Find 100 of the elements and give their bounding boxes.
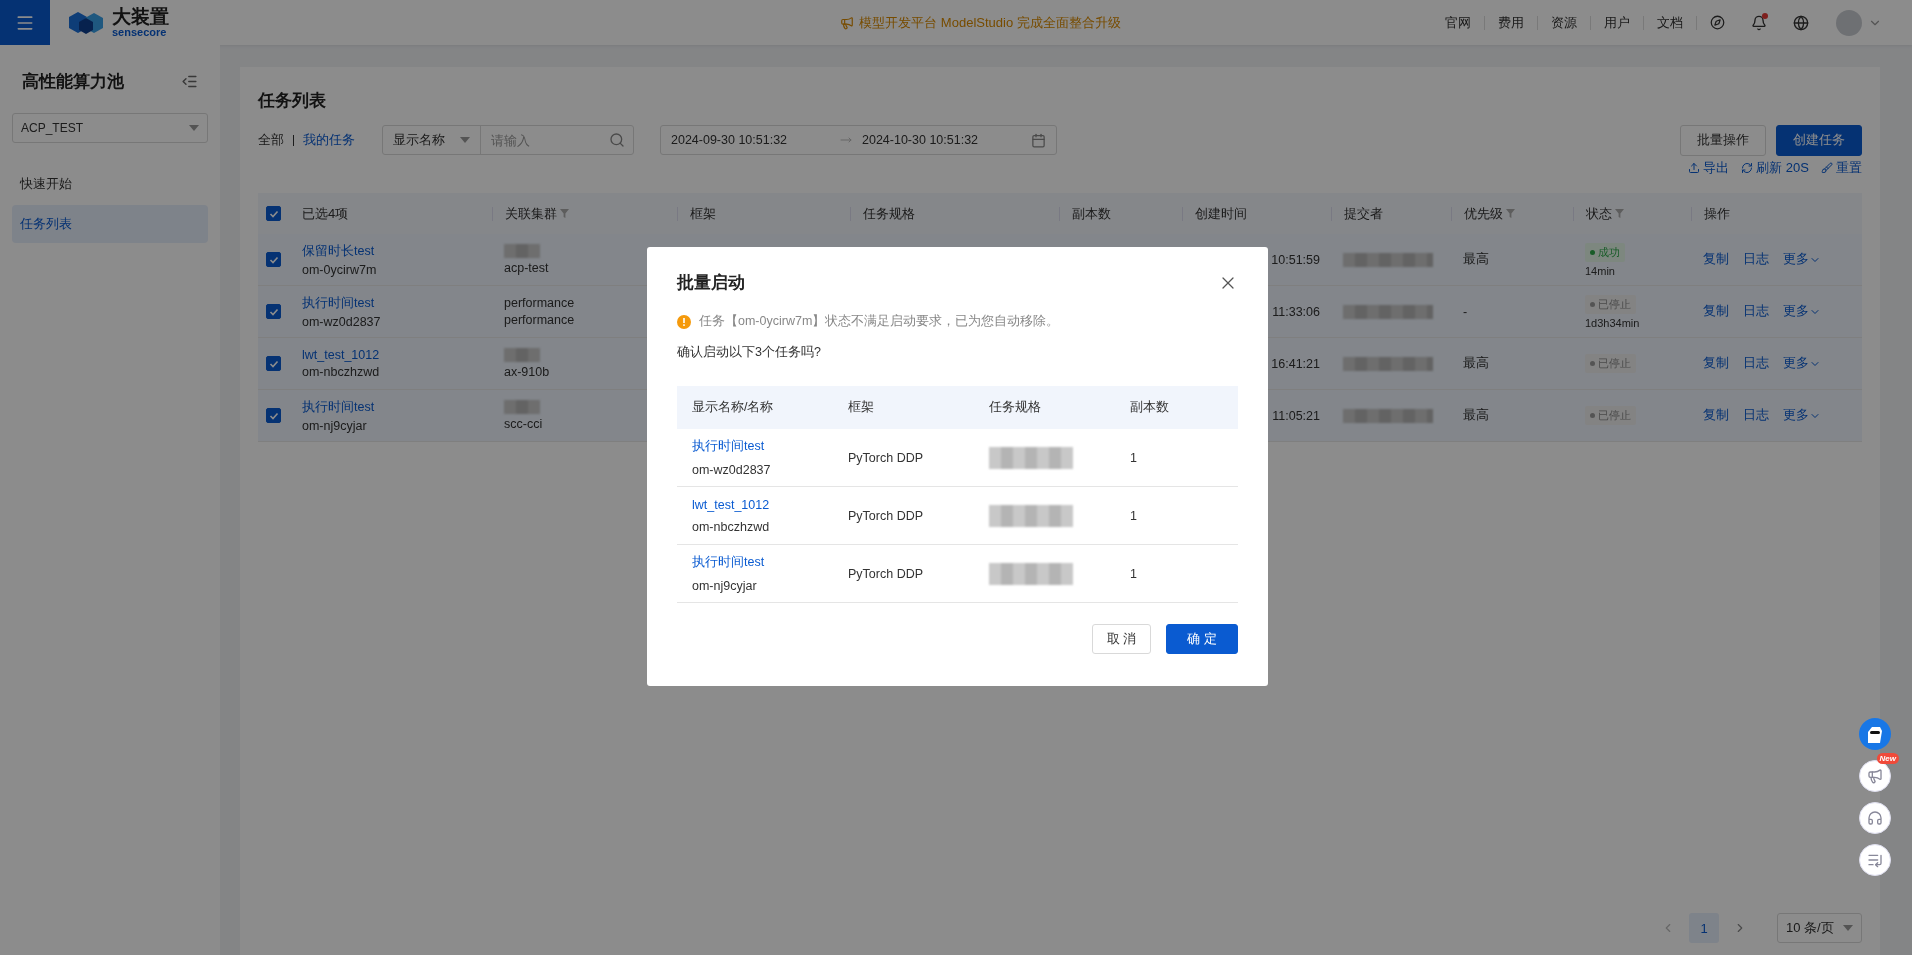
caret-icon (189, 125, 199, 131)
brand-subtitle: sensecore (112, 27, 168, 38)
created-time: 16:41:21 (1270, 356, 1321, 371)
checkbox[interactable] (266, 408, 281, 423)
action-link[interactable]: 复制 (1703, 407, 1729, 424)
duration: 14min (1585, 264, 1616, 277)
column-header: 任务规格 (863, 204, 915, 223)
page-size-select[interactable]: 10 条/页 (1777, 913, 1862, 943)
task-id: om-nbczhzwd (692, 519, 771, 534)
refresh-link[interactable]: 刷新 20S (1741, 159, 1809, 177)
action-link[interactable]: 复制 (1703, 303, 1729, 320)
logo-icon (68, 9, 106, 36)
action-link[interactable]: 更多 (1783, 303, 1821, 320)
nav-link[interactable]: 资源 (1538, 15, 1591, 30)
column-header: 提交者 (1344, 204, 1383, 223)
calendar-icon (1031, 132, 1046, 148)
column-header: 副本数 (1072, 204, 1111, 223)
created-time: 10:51:59 (1270, 252, 1321, 267)
redacted-block (504, 348, 540, 362)
priority: 最高 (1463, 407, 1490, 424)
menu-button[interactable] (0, 0, 50, 45)
nav-link[interactable]: 文档 (1644, 15, 1697, 30)
sidebar-item[interactable]: 任务列表 (12, 205, 208, 243)
column-header: 操作 (1704, 204, 1730, 223)
nav-link[interactable]: 费用 (1485, 15, 1538, 30)
scope-tab[interactable]: 全部 (258, 131, 284, 149)
notification-dot (1762, 12, 1768, 19)
scope-tab[interactable]: 我的任务 (303, 131, 355, 149)
task-id: om-nj9cyjar (302, 418, 368, 433)
checkbox[interactable] (266, 356, 281, 371)
action-link[interactable]: 日志 (1743, 303, 1769, 320)
date-range-field[interactable]: 2024-09-30 10:51:32 2024-10-30 10:51:32 (660, 125, 1057, 155)
new-badge: New (1876, 753, 1899, 764)
action-link[interactable]: 更多 (1783, 251, 1821, 268)
action-link[interactable]: 日志 (1743, 355, 1769, 372)
priority: 最高 (1463, 355, 1490, 372)
dialog-title: 批量启动 (677, 272, 745, 294)
framework: PyTorch DDP (848, 566, 925, 581)
status-badge: 成功 (1585, 242, 1625, 262)
checkbox[interactable] (266, 304, 281, 319)
check-icon (268, 254, 279, 265)
confirm-button[interactable]: 确 定 (1166, 624, 1238, 654)
task-name-link[interactable]: 执行时间test (692, 438, 833, 455)
column-header: 框架 (690, 204, 716, 223)
column-header: 状态 (1586, 204, 1612, 223)
batch-operation-button[interactable]: 批量操作 (1680, 124, 1766, 156)
reset-link[interactable]: 重置 (1821, 159, 1862, 177)
brand-name: 大装置 (112, 7, 169, 26)
nav-link[interactable]: 用户 (1591, 15, 1644, 30)
task-name-link[interactable]: lwt_test_1012 (302, 348, 492, 362)
cancel-button[interactable]: 取 消 (1092, 624, 1151, 654)
task-name-link[interactable]: lwt_test_1012 (692, 497, 833, 512)
task-name-link[interactable]: 执行时间test (302, 294, 492, 312)
action-link[interactable]: 复制 (1703, 251, 1729, 268)
task-id: om-wz0d2837 (692, 463, 772, 477)
priority: - (1463, 304, 1469, 319)
caret-icon (1843, 925, 1853, 931)
cluster-name: performance (504, 313, 576, 327)
pool-select[interactable]: ACP_TEST (12, 113, 208, 143)
export-link[interactable]: 导出 (1688, 159, 1730, 177)
task-name-link[interactable]: 保留时长test (302, 242, 492, 260)
checkbox[interactable] (266, 252, 281, 267)
caret-icon (460, 137, 470, 143)
column-header: 框架 (847, 399, 875, 416)
sidebar-title: 高性能算力池 (22, 70, 124, 93)
task-name-link[interactable]: 执行时间test (692, 554, 833, 571)
task-id: om-0ycirw7m (302, 262, 378, 277)
megaphone-icon (1867, 768, 1883, 784)
announcement-link[interactable]: 模型开发平台 ModelStudio 完成全面整合升级 (480, 13, 1121, 32)
action-link[interactable]: 更多 (1783, 407, 1821, 424)
action-link[interactable]: 日志 (1743, 251, 1769, 268)
sidebar-item[interactable]: 快速开始 (12, 165, 208, 203)
task-id: om-nbczhzwd (302, 365, 381, 379)
column-header: 关联集群 (505, 204, 557, 223)
filter-icon[interactable] (1506, 209, 1515, 218)
check-icon (268, 208, 279, 219)
action-link[interactable]: 日志 (1743, 407, 1769, 424)
action-link[interactable]: 复制 (1703, 355, 1729, 372)
replica-count: 1 (1130, 508, 1138, 523)
checkbox[interactable] (266, 206, 281, 221)
assistant-avatar[interactable] (1859, 718, 1891, 750)
replica-count: 1 (1130, 566, 1138, 581)
export-icon (1688, 162, 1701, 174)
list-icon (1867, 852, 1883, 868)
task-name-link[interactable]: 执行时间test (302, 398, 492, 416)
action-link[interactable]: 更多 (1783, 355, 1821, 372)
task-id: om-wz0d2837 (302, 314, 382, 329)
check-icon (268, 306, 279, 317)
filter-icon[interactable] (560, 209, 569, 218)
cluster-name: scc-cci (504, 417, 544, 431)
cluster-name: ax-910b (504, 365, 551, 379)
refresh-icon (1741, 162, 1754, 174)
filter-icon[interactable] (1615, 209, 1624, 218)
created-time: 11:05:21 (1271, 408, 1321, 423)
confirm-question: 确认启动以下3个任务吗? (677, 344, 822, 361)
nav-link[interactable]: 官网 (1432, 15, 1485, 30)
page-number[interactable]: 1 (1689, 913, 1719, 943)
created-time: 11:33:06 (1271, 304, 1321, 319)
headset-icon (1867, 810, 1883, 826)
create-task-button[interactable]: 创建任务 (1776, 124, 1862, 156)
